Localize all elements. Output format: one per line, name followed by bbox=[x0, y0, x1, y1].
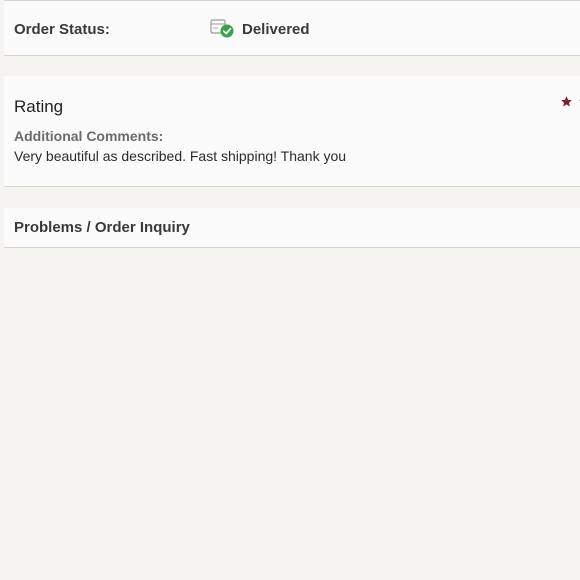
order-inquiry-label[interactable]: Problems / Order Inquiry bbox=[14, 219, 190, 236]
rating-title: Rating bbox=[14, 97, 64, 116]
order-status-value: Delivered bbox=[242, 21, 310, 38]
order-detail-page: Order Status: Delivered Rating Additiona… bbox=[0, 0, 580, 580]
rating-stars bbox=[560, 95, 580, 109]
delivered-package-check-icon bbox=[209, 17, 235, 39]
order-inquiry-section[interactable]: Problems / Order Inquiry bbox=[4, 208, 580, 248]
additional-comments-text: Very beautiful as described. Fast shippi… bbox=[14, 148, 347, 164]
order-status-label: Order Status: bbox=[14, 21, 110, 38]
star-icon bbox=[561, 96, 572, 107]
order-status-section: Order Status: Delivered bbox=[4, 0, 580, 56]
additional-comments-label: Additional Comments: bbox=[14, 128, 164, 144]
rating-section: Rating Additional Comments: Very beautif… bbox=[4, 76, 580, 187]
